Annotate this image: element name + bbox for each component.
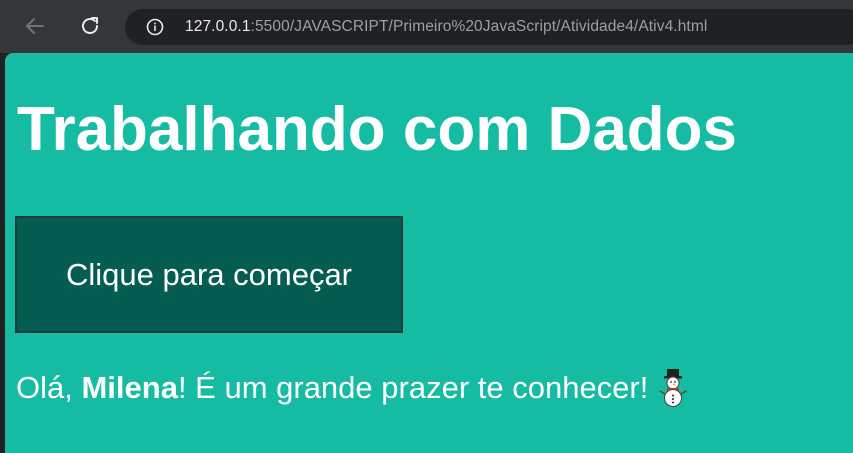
page-viewport: Trabalhando com Dados Clique para começa…: [5, 53, 853, 453]
url-text[interactable]: 127.0.0.1:5500/JAVASCRIPT/Primeiro%20Jav…: [185, 18, 707, 36]
greeting-prefix: Olá,: [16, 370, 82, 406]
address-bar[interactable]: 127.0.0.1:5500/JAVASCRIPT/Primeiro%20Jav…: [125, 9, 853, 45]
greeting-message: Olá, Milena! É um grande prazer te conhe…: [16, 369, 688, 407]
snowman-icon: [659, 369, 688, 407]
reload-icon: [82, 17, 98, 34]
browser-toolbar: 127.0.0.1:5500/JAVASCRIPT/Primeiro%20Jav…: [0, 0, 853, 53]
greeting-suffix: ! É um grande prazer te conhecer!: [177, 370, 649, 406]
arrow-left-icon: [26, 18, 44, 34]
start-button[interactable]: Clique para começar: [15, 216, 403, 333]
start-button-label: Clique para começar: [65, 256, 353, 292]
url-host: 127.0.0.1: [185, 18, 251, 35]
info-icon[interactable]: [145, 17, 165, 37]
reload-button[interactable]: [76, 12, 104, 40]
page-title: Trabalhando com Dados: [17, 95, 738, 164]
url-path: :5500/JAVASCRIPT/Primeiro%20JavaScript/A…: [250, 18, 708, 35]
back-button[interactable]: [21, 12, 49, 40]
greeting-name: Milena: [81, 370, 178, 406]
